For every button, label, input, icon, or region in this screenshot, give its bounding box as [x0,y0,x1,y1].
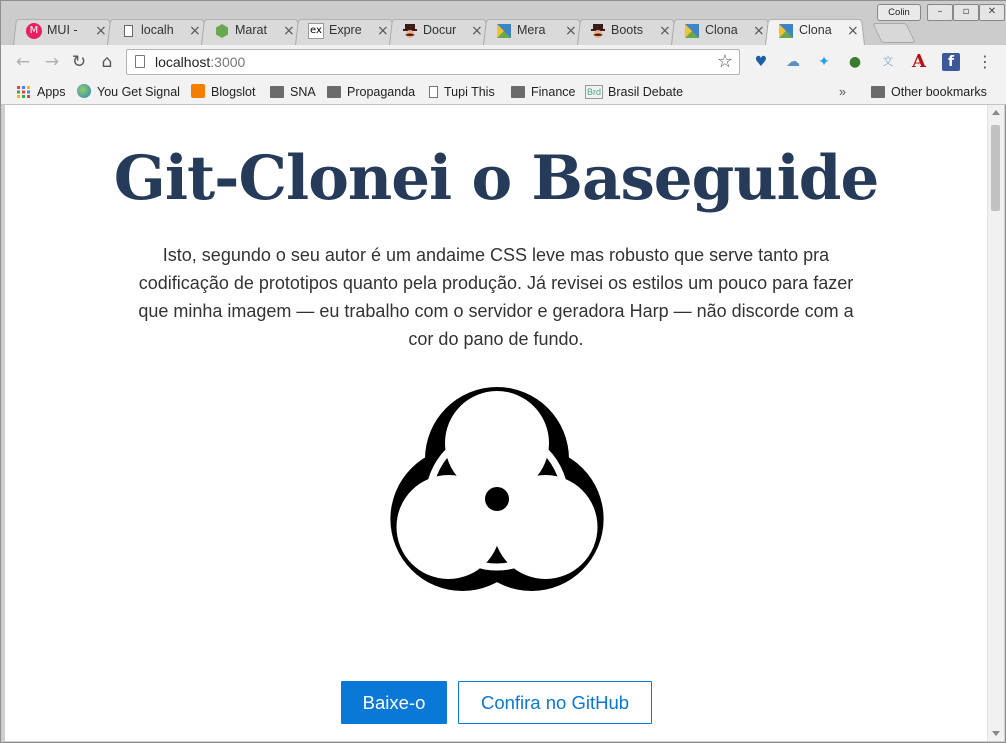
gradient-square-icon [778,23,794,39]
tab-bootstrap[interactable]: Boots × [577,17,677,45]
scroll-up-icon[interactable] [992,110,1000,115]
profile-button[interactable]: Colin [877,4,921,21]
close-icon[interactable]: × [95,23,107,39]
tab-clona-1[interactable]: Clona × [671,17,771,45]
tab-title: Marat [235,23,267,37]
ex-icon: ex [308,23,324,39]
bookmark-brasil-debate[interactable]: Brd Brasil Debate [585,83,683,101]
tab-marat[interactable]: Marat × [201,17,301,45]
close-icon[interactable]: × [471,23,483,39]
bookmark-apps[interactable]: Apps [17,83,66,101]
folder-icon [511,86,525,98]
close-icon[interactable]: × [189,23,201,39]
bookmark-star-icon[interactable]: ☆ [717,51,733,72]
address-bar[interactable]: localhost:3000 ☆ [126,49,740,75]
new-tab-button[interactable] [872,23,916,43]
tab-strip: M MUI - × localh × Marat × ex Expre × Do… [1,1,1006,45]
tab-docs[interactable]: Docur × [389,17,489,45]
tab-title: Clona [799,23,832,37]
bookmark-tupi-this[interactable]: Tupi This [429,83,495,101]
close-icon[interactable]: × [659,23,671,39]
tab-mera[interactable]: Mera × [483,17,583,45]
close-icon[interactable]: × [377,23,389,39]
window-close-icon[interactable]: ✕ [979,4,1005,21]
font-a-icon[interactable]: A [910,53,928,71]
mustache-icon [402,23,418,39]
bookmark-label: Tupi This [444,85,495,99]
bookmark-you-get-signal[interactable]: You Get Signal [77,83,180,101]
page-title: Git-Clonei o Baseguide [113,143,880,214]
close-icon[interactable]: × [565,23,577,39]
globe-arrow-icon[interactable]: ● [846,53,864,71]
biohazard-icon [390,387,604,591]
scrollbar-thumb[interactable] [991,125,1000,211]
bird-cloud-icon[interactable]: ☁ [784,53,802,71]
page-info-icon[interactable] [135,55,145,68]
folder-icon [270,86,284,98]
translate-icon[interactable]: 文 [879,53,897,71]
bookmark-label: You Get Signal [97,85,180,99]
brasil-debate-icon: Brd [585,85,604,99]
bookmarks-bar: Apps You Get Signal Blogslot SNA Propaga… [1,79,1006,105]
tab-title: Boots [611,23,643,37]
tab-title: Docur [423,23,457,37]
document-icon [120,23,136,39]
vertical-scrollbar[interactable] [987,105,1004,741]
download-button[interactable]: Baixe-o [341,681,447,724]
vpn-heart-icon[interactable]: ♥ [752,53,770,71]
folder-icon [327,86,341,98]
maximize-icon[interactable]: ▫ [953,4,979,21]
apps-grid-icon [17,86,30,98]
node-cube-icon [214,23,230,39]
bookmark-label: Brasil Debate [608,85,684,99]
bookmark-label: Blogslot [211,85,256,99]
home-icon[interactable]: ⌂ [96,51,118,73]
close-icon[interactable]: × [283,23,295,39]
minimize-icon[interactable]: – [927,4,953,21]
github-button[interactable]: Confira no GitHub [458,681,652,724]
other-bookmarks[interactable]: Other bookmarks [871,83,987,101]
blogger-icon [191,84,205,98]
tab-clona-active[interactable]: Clona × [765,17,865,45]
folder-icon [871,86,885,98]
mui-icon: M [26,23,42,39]
bookmark-label: SNA [290,85,316,99]
tab-mui[interactable]: M MUI - × [13,17,113,45]
tab-title: Mera [517,23,546,37]
tab-title: Clona [705,23,738,37]
bookmark-label: Propaganda [347,85,416,99]
page-content: Git-Clonei o Baseguide Isto, segundo o s… [5,105,987,741]
page-description: Isto, segundo o seu autor é um andaime C… [138,245,854,349]
toolbar: ← → ↻ ⌂ localhost:3000 ☆ ♥ ☁ ✦ ● 文 A f ⋮ [1,45,1006,79]
close-icon[interactable]: × [753,23,765,39]
tab-localhost[interactable]: localh × [107,17,207,45]
url-text: localhost:3000 [155,54,246,70]
browser-window: M MUI - × localh × Marat × ex Expre × Do… [0,0,1006,743]
bookmark-blogslot[interactable]: Blogslot [191,83,255,101]
tab-title: MUI - [47,23,78,37]
bookmark-label: Finance [531,85,576,99]
bookmark-label: Apps [37,85,66,99]
bookmarks-overflow-icon[interactable]: » [839,83,846,101]
bookmark-sna[interactable]: SNA [270,83,316,101]
forward-icon[interactable]: → [41,51,63,73]
tab-title: Expre [329,23,362,37]
mustache-icon [590,23,606,39]
document-icon [429,86,438,98]
back-icon[interactable]: ← [12,51,34,73]
bookmark-label: Other bookmarks [891,85,987,99]
reload-icon[interactable]: ↻ [68,51,90,73]
menu-icon[interactable]: ⋮ [974,51,996,73]
tab-title: localh [141,23,174,37]
facebook-icon[interactable]: f [942,53,960,71]
gradient-square-icon [496,23,512,39]
bookmark-finance[interactable]: Finance [511,83,575,101]
bookmark-propaganda[interactable]: Propaganda [327,83,415,101]
tab-express[interactable]: ex Expre × [295,17,395,45]
gradient-square-icon [684,23,700,39]
scroll-down-icon[interactable] [992,731,1000,736]
close-icon[interactable]: × [847,23,859,39]
twitter-icon[interactable]: ✦ [815,53,833,71]
globe-icon [77,84,91,98]
